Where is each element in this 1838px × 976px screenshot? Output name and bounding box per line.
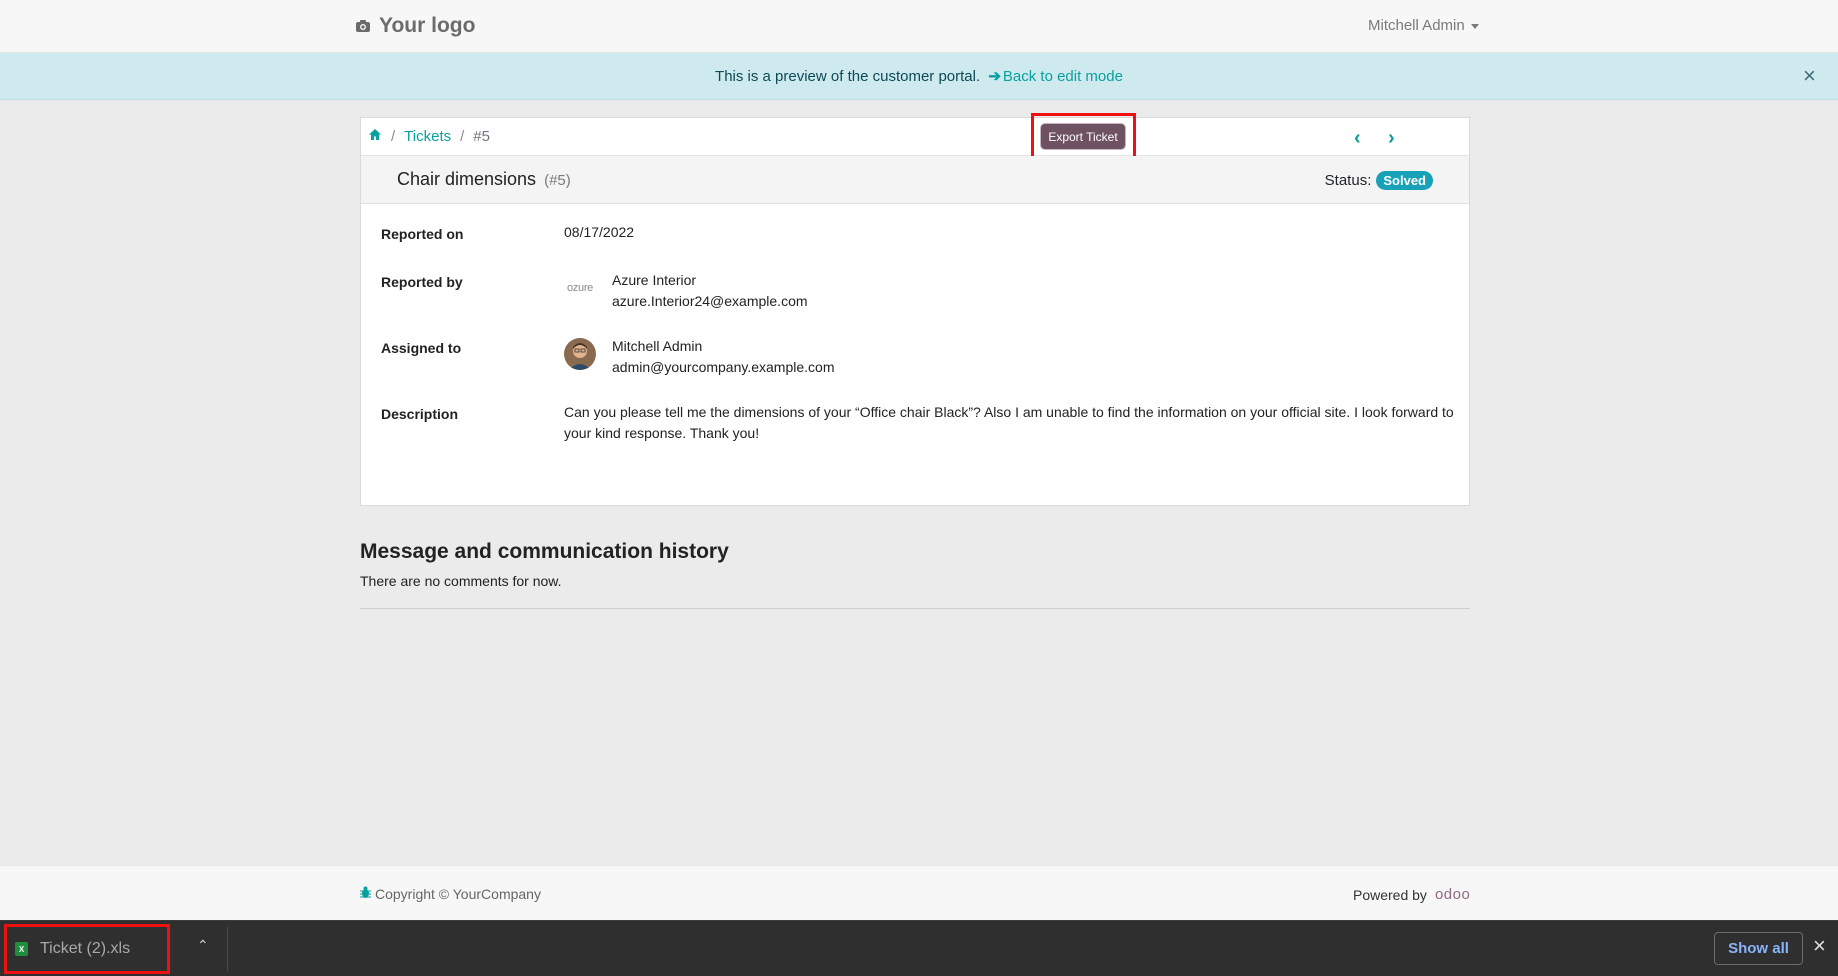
show-all-button[interactable]: Show all — [1714, 932, 1803, 965]
reported-by-name: Azure Interior — [612, 272, 697, 288]
top-navbar: Your logo Mitchell Admin — [0, 0, 1838, 53]
status-badge: Solved — [1376, 171, 1433, 190]
user-menu[interactable]: Mitchell Admin — [1368, 17, 1479, 34]
avatar — [564, 338, 596, 370]
company-logo[interactable]: Your logo — [355, 14, 475, 38]
home-icon[interactable] — [368, 128, 382, 145]
assigned-to-contact: Mitchell Admin admin@yourcompany.example… — [564, 336, 835, 378]
copyright: Copyright © YourCompany — [360, 886, 541, 902]
download-item[interactable]: X Ticket (2).xls — [4, 924, 170, 974]
divider — [227, 927, 228, 971]
breadcrumb-current: #5 — [473, 128, 490, 145]
download-bar-close-button[interactable]: × — [1813, 935, 1826, 957]
odoo-logo[interactable]: odoo — [1435, 886, 1470, 903]
status-label: Status: — [1324, 172, 1372, 189]
caret-down-icon — [1470, 23, 1479, 29]
export-ticket-button[interactable]: Export Ticket — [1041, 124, 1125, 149]
preview-alert-message: This is a preview of the customer portal… — [0, 67, 1838, 85]
reported-on-value: 08/17/2022 — [564, 224, 635, 240]
ticket-number: (#5) — [544, 172, 571, 189]
ticket-title: Chair dimensions (#5) — [397, 169, 571, 190]
download-file-name: Ticket (2).xls — [40, 940, 131, 957]
breadcrumb-tickets-link[interactable]: Tickets — [404, 128, 451, 145]
history-title: Message and communication history — [360, 540, 729, 563]
assigned-to-name: Mitchell Admin — [612, 338, 703, 354]
ticket-title-bar: Chair dimensions (#5) Status: Solved — [361, 156, 1469, 204]
reported-by-email: azure.Interior24@example.com — [612, 293, 808, 309]
reported-by-label: Reported by — [381, 274, 463, 290]
description-value: Can you please tell me the dimensions of… — [564, 404, 1454, 441]
arrow-right-icon: ➔ — [988, 68, 1001, 85]
breadcrumb-separator: / — [391, 128, 396, 145]
breadcrumb-separator: / — [460, 128, 465, 145]
azure-interior-logo: ozure — [566, 282, 594, 294]
ticket-status: Status: Solved — [1325, 171, 1433, 190]
ticket-name: Chair dimensions — [397, 169, 537, 189]
reported-on-label: Reported on — [381, 226, 464, 242]
preview-alert: This is a preview of the customer portal… — [0, 53, 1838, 100]
user-name: Mitchell Admin — [1368, 17, 1465, 34]
divider — [360, 608, 1470, 609]
page-footer: Copyright © YourCompany Powered by odoo — [0, 865, 1838, 920]
powered-by: Powered by odoo — [1353, 886, 1470, 903]
breadcrumb: / Tickets / #5 — [368, 128, 490, 145]
assigned-to-label: Assigned to — [381, 340, 462, 356]
powered-by-text: Powered by — [1353, 886, 1427, 903]
assigned-to-email: admin@yourcompany.example.com — [612, 359, 835, 375]
next-record-button[interactable]: › — [1388, 127, 1395, 150]
copyright-text: Copyright © YourCompany — [375, 886, 541, 902]
camera-icon — [355, 18, 371, 34]
alert-close-button[interactable]: × — [1803, 65, 1816, 87]
preview-alert-text: This is a preview of the customer portal… — [715, 68, 981, 85]
ticket-card: / Tickets / #5 Export Ticket ‹ › Chair d… — [360, 113, 1470, 506]
history-empty-text: There are no comments for now. — [360, 573, 562, 589]
reported-by-contact: ozure Azure Interior azure.Interior24@ex… — [564, 270, 808, 312]
download-bar: X Ticket (2).xls ⌃ Show all × — [0, 920, 1838, 976]
logo-text: Your logo — [379, 14, 476, 37]
back-to-edit-link[interactable]: Back to edit mode — [1003, 68, 1123, 85]
bug-icon — [360, 886, 371, 902]
xls-file-icon: X — [15, 942, 28, 956]
breadcrumb-bar: / Tickets / #5 Export Ticket ‹ › — [361, 113, 1469, 163]
chevron-up-icon[interactable]: ⌃ — [197, 937, 209, 954]
description-label: Description — [381, 406, 459, 422]
previous-record-button[interactable]: ‹ — [1354, 127, 1361, 150]
